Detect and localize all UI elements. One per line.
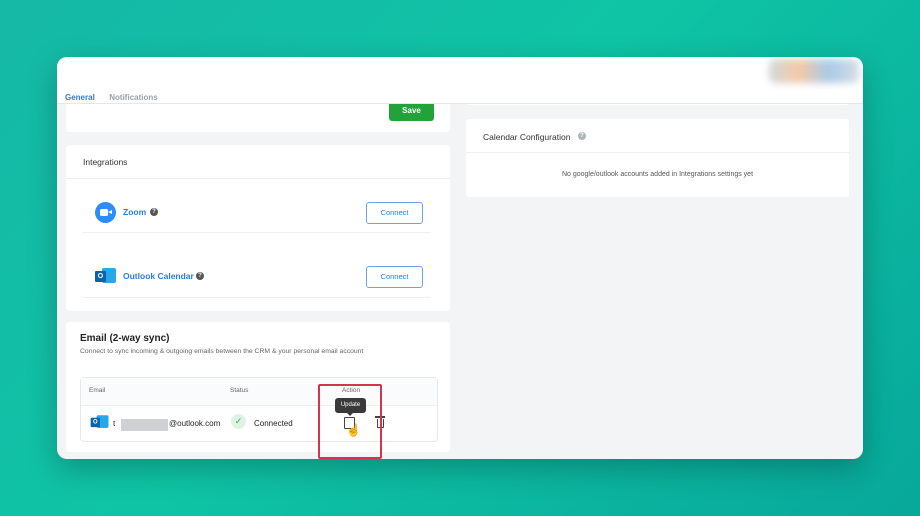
status-connected: Connected [254, 419, 293, 428]
tab-general[interactable]: General [65, 93, 95, 102]
user-avatar-blurred[interactable] [769, 59, 859, 83]
zoom-connect-button[interactable]: Connect [366, 202, 423, 224]
top-bar: General Notifications [57, 57, 863, 104]
email-address-suffix: @outlook.com [169, 419, 221, 428]
calendar-empty-message: No google/outlook accounts added in Inte… [561, 171, 754, 178]
table-header: Email Status Action [81, 378, 437, 406]
email-address-prefix: t [113, 419, 116, 428]
tab-notifications[interactable]: Notifications [109, 93, 157, 102]
outlook-help-icon[interactable]: ? [196, 272, 204, 280]
integrations-card: Integrations Zoom ? Connect O Outlook Ca… [66, 145, 450, 311]
hand-cursor-icon: ☝ [346, 423, 361, 437]
column-email: Email [89, 387, 106, 394]
settings-tabs: General Notifications [65, 87, 168, 105]
settings-window: General Notifications Save Integrations … [57, 57, 863, 459]
action-highlight-box [318, 384, 382, 459]
calendar-configuration-title: Calendar Configuration [483, 132, 571, 142]
email-accounts-table: Email Status Action O t @outlook.com ✓ C… [80, 377, 438, 442]
calendar-help-icon[interactable]: ? [578, 132, 586, 140]
outlook-icon: O [90, 414, 110, 431]
column-status: Status [230, 387, 249, 394]
outlook-calendar-label: Outlook Calendar [123, 271, 194, 281]
redacted-email [121, 419, 168, 431]
zoom-help-icon[interactable]: ? [150, 208, 158, 216]
calendar-divider [466, 152, 849, 153]
outlook-divider [83, 297, 431, 298]
integrations-divider [66, 178, 450, 179]
outlook-icon: O [95, 266, 117, 286]
check-icon: ✓ [231, 414, 246, 429]
zoom-icon [95, 202, 116, 223]
zoom-label: Zoom [123, 207, 147, 217]
integrations-title: Integrations [83, 157, 128, 167]
calendar-configuration-card: Calendar Configuration ? No google/outlo… [466, 119, 849, 197]
outlook-connect-button[interactable]: Connect [366, 266, 423, 288]
email-sync-title: Email (2-way sync) [80, 333, 170, 344]
email-sync-subtitle: Connect to sync incoming & outgoing emai… [80, 348, 364, 355]
zoom-divider [83, 232, 431, 233]
